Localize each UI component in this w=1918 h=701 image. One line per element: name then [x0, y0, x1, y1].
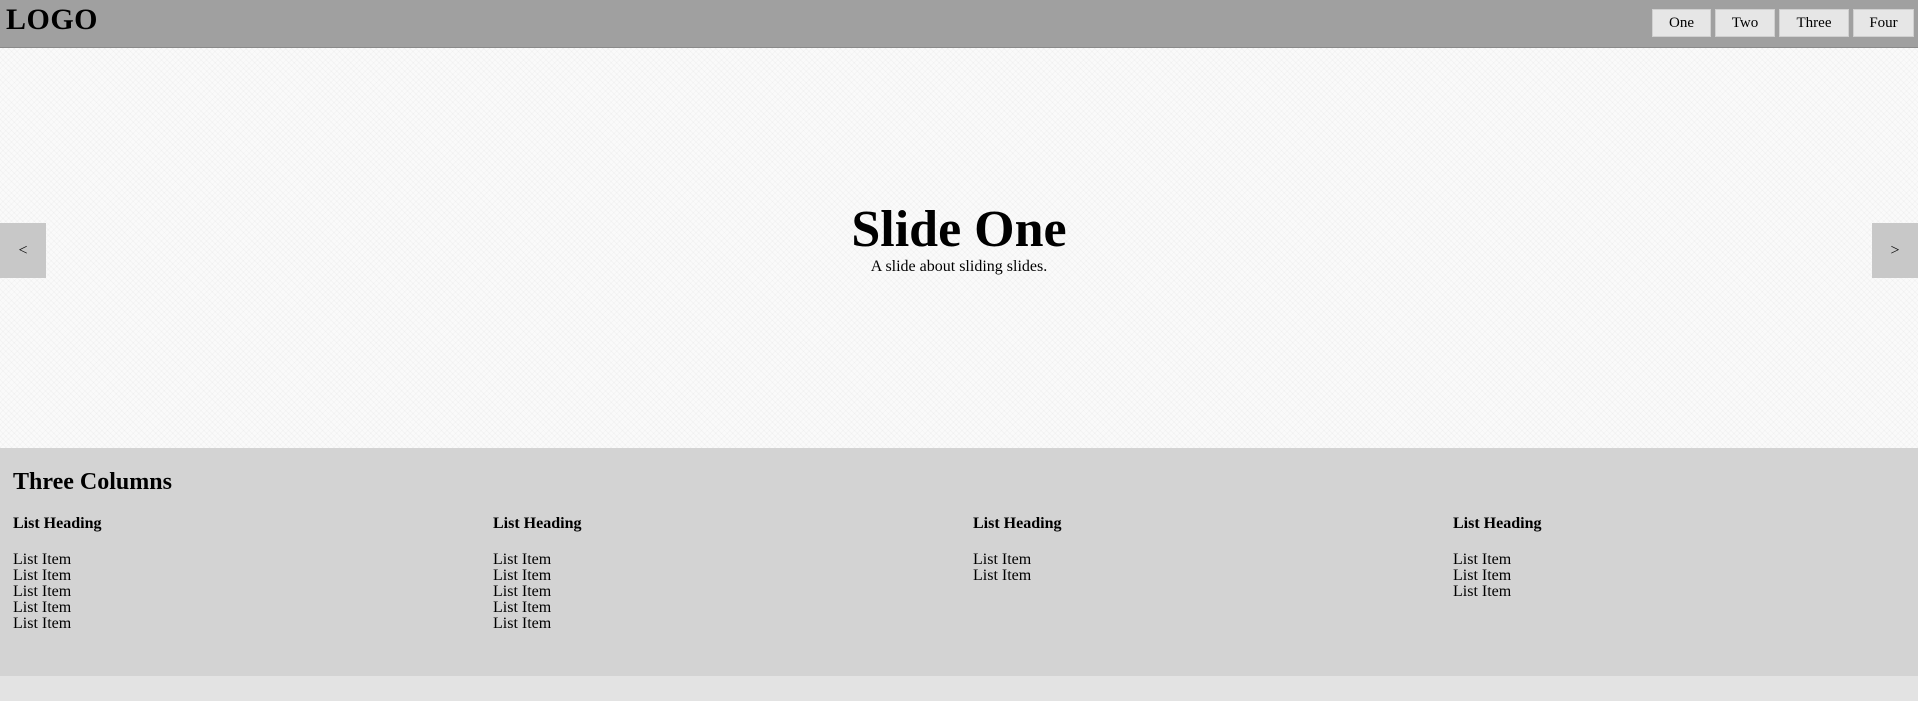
column-1: List Heading List Item List Item List It… [13, 516, 483, 632]
column-list: List Item List Item [973, 552, 1443, 584]
slide-title: Slide One [851, 201, 1067, 258]
nav-item-three[interactable]: Three [1779, 9, 1849, 37]
list-item: List Item [973, 551, 1032, 568]
list-item: List Item [1453, 567, 1512, 584]
column-list: List Item List Item List Item List Item … [13, 552, 483, 632]
column-list: List Item List Item List Item List Item … [493, 552, 963, 632]
list-item: List Item [13, 551, 72, 568]
list-item: List Item [493, 615, 552, 632]
list-item: List Item [493, 551, 552, 568]
column-heading: List Heading [493, 515, 582, 532]
slide-subtitle: A slide about sliding slides. [870, 258, 1048, 275]
nav-item-four[interactable]: Four [1853, 9, 1914, 37]
list-item: List Item [493, 599, 552, 616]
footer-strip [0, 676, 1918, 701]
column-heading: List Heading [13, 515, 102, 532]
chevron-right-icon: > [1890, 242, 1900, 259]
column-2: List Heading List Item List Item List It… [493, 516, 963, 632]
list-item: List Item [13, 599, 72, 616]
column-heading: List Heading [1453, 515, 1542, 532]
hero-slider: < Slide One A slide about sliding slides… [0, 48, 1918, 448]
list-item: List Item [13, 583, 72, 600]
nav-item-two[interactable]: Two [1715, 9, 1775, 37]
column-3: List Heading List Item List Item [973, 516, 1443, 584]
list-item: List Item [493, 567, 552, 584]
list-item: List Item [1453, 583, 1512, 600]
section-title: Three Columns [13, 469, 172, 495]
header-bar: LOGO One Two Three Four [0, 0, 1918, 48]
column-heading: List Heading [973, 515, 1062, 532]
list-item: List Item [973, 567, 1032, 584]
columns-section: Three Columns List Heading List Item Lis… [0, 448, 1918, 676]
list-item: List Item [13, 567, 72, 584]
column-4: List Heading List Item List Item List It… [1453, 516, 1918, 600]
column-list: List Item List Item List Item [1453, 552, 1918, 600]
next-slide-button[interactable]: > [1872, 223, 1918, 278]
logo[interactable]: LOGO [6, 5, 98, 35]
list-item: List Item [13, 615, 72, 632]
nav-item-one[interactable]: One [1652, 9, 1711, 37]
list-item: List Item [1453, 551, 1512, 568]
list-item: List Item [493, 583, 552, 600]
main-nav: One Two Three Four [1652, 9, 1914, 37]
